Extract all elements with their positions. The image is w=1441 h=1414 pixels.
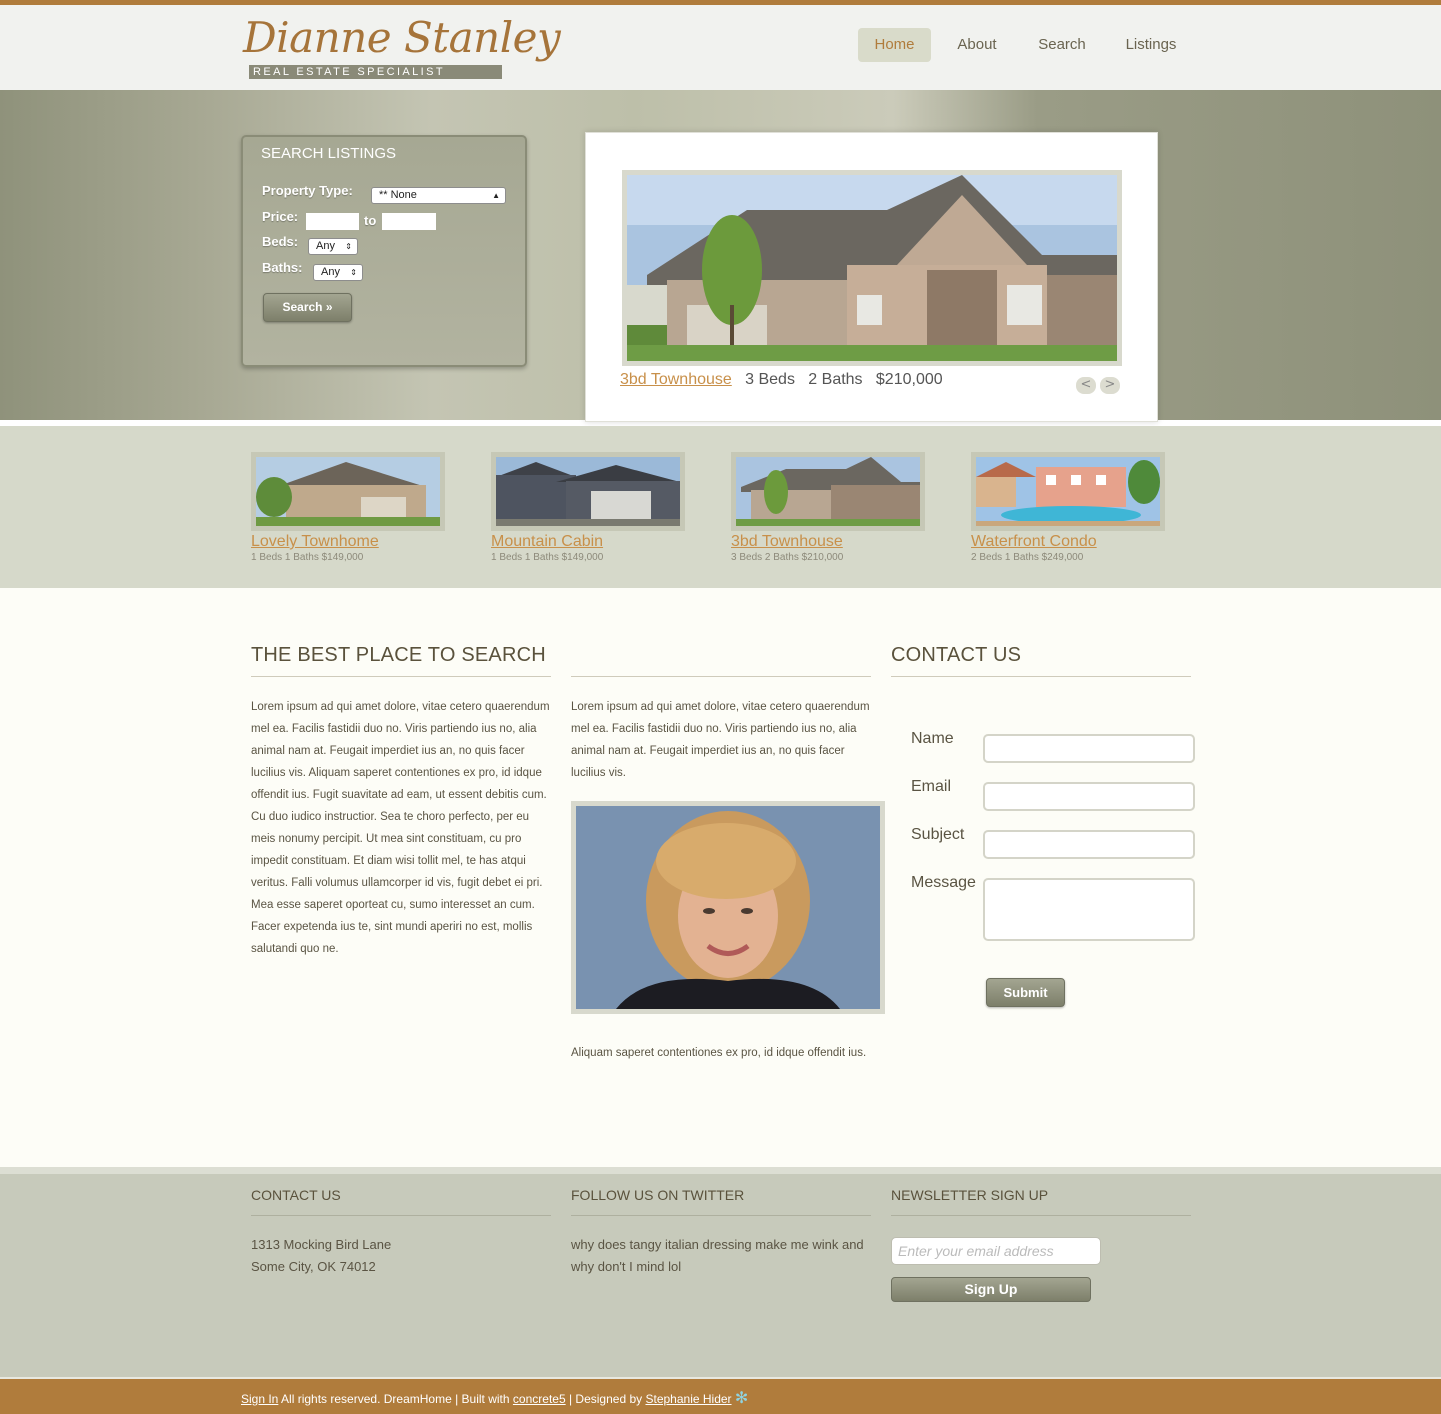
divider — [891, 1215, 1191, 1216]
baths-label: Baths: — [262, 260, 303, 275]
listing-title-link[interactable]: Waterfront Condo — [971, 533, 1171, 551]
listing-house-image — [736, 457, 920, 526]
name-label: Name — [911, 730, 954, 747]
property-type-select[interactable]: ** None ▲ — [371, 187, 506, 204]
listing-meta: 2 Beds 1 Baths $249,000 — [971, 552, 1084, 563]
featured-slider: 3bd Townhouse 3 Beds 2 Baths $210,000 < … — [585, 132, 1158, 422]
message-textarea[interactable] — [983, 878, 1195, 941]
email-label: Email — [911, 778, 952, 795]
newsletter-signup-button[interactable]: Sign Up — [891, 1277, 1091, 1302]
listing-thumbnail[interactable] — [491, 452, 685, 531]
agent-portrait-frame — [571, 801, 885, 1014]
divider — [891, 676, 1191, 677]
submit-button[interactable]: Submit — [986, 978, 1065, 1007]
newsletter-email-input[interactable]: Enter your email address — [891, 1237, 1101, 1265]
beds-label: Beds: — [262, 234, 299, 249]
nav-listings[interactable]: Listings — [1118, 28, 1184, 62]
bottom-bar: Sign In All rights reserved. DreamHome |… — [0, 1379, 1441, 1414]
divider — [571, 676, 871, 677]
sign-in-link[interactable]: Sign In — [241, 1392, 278, 1406]
nav-home[interactable]: Home — [858, 28, 931, 62]
property-type-label: Property Type: — [262, 183, 353, 198]
address-line-1: 1313 Mocking Bird Lane — [251, 1237, 392, 1252]
listing-condo-image — [976, 457, 1160, 526]
subject-label: Subject — [911, 826, 965, 843]
price-min-input[interactable] — [306, 213, 359, 230]
tweet-text: why does tangy italian dressing make me … — [571, 1237, 864, 1274]
concrete5-link[interactable]: concrete5 — [513, 1392, 566, 1406]
baths-select[interactable]: Any ⇕ — [313, 264, 363, 281]
listing-card: 3bd Townhouse 3 Beds 2 Baths $210,000 — [731, 452, 931, 563]
email-field[interactable] — [983, 782, 1195, 811]
name-field[interactable] — [983, 734, 1195, 763]
price-label: Price: — [262, 209, 299, 224]
listing-meta: 1 Beds 1 Baths $149,000 — [251, 552, 364, 563]
listings-band: Lovely Townhome 1 Beds 1 Baths $149,000 … — [0, 426, 1441, 588]
listing-title-link[interactable]: Lovely Townhome — [251, 533, 451, 551]
listing-thumbnail[interactable] — [251, 452, 445, 531]
mid-body-text: Lorem ipsum ad qui amet dolore, vitae ce… — [571, 701, 870, 779]
listing-thumbnail[interactable] — [731, 452, 925, 531]
divider — [251, 1215, 551, 1216]
agent-portrait-image — [576, 806, 880, 1009]
listing-house-image — [256, 457, 440, 526]
listing-title-link[interactable]: 3bd Townhouse — [731, 533, 931, 551]
nav-search[interactable]: Search — [1031, 28, 1093, 62]
listing-title-link[interactable]: Mountain Cabin — [491, 533, 691, 551]
left-body-text: Lorem ipsum ad qui amet dolore, vitae ce… — [251, 701, 550, 955]
footer-twitter-title: FOLLOW US ON TWITTER — [571, 1187, 745, 1203]
best-place-title: THE BEST PLACE TO SEARCH — [251, 644, 546, 666]
flower-icon: ✻ — [734, 1390, 749, 1407]
subject-field[interactable] — [983, 830, 1195, 859]
contact-us-title: CONTACT US — [891, 644, 1022, 666]
select-arrows-icon: ⇕ — [350, 268, 357, 277]
beds-select[interactable]: Any ⇕ — [308, 238, 358, 255]
designer-link[interactable]: Stephanie Hider — [645, 1392, 731, 1406]
price-to-label: to — [364, 213, 377, 228]
select-arrows-icon: ⇕ — [345, 242, 352, 251]
slide-title-link[interactable]: 3bd Townhouse — [620, 371, 732, 388]
price-max-input[interactable] — [382, 213, 436, 230]
featured-house-image[interactable] — [627, 175, 1117, 361]
site-header: Dianne Stanley REAL ESTATE SPECIALIST Ho… — [0, 5, 1441, 90]
listing-meta: 1 Beds 1 Baths $149,000 — [491, 552, 604, 563]
listing-meta: 3 Beds 2 Baths $210,000 — [731, 552, 844, 563]
listing-house-image — [496, 457, 680, 526]
footer-newsletter-title: NEWSLETTER SIGN UP — [891, 1187, 1049, 1203]
portrait-caption: Aliquam saperet contentiones ex pro, id … — [571, 1047, 867, 1059]
divider — [571, 1215, 871, 1216]
listing-card: Lovely Townhome 1 Beds 1 Baths $149,000 — [251, 452, 451, 563]
address-line-2: Some City, OK 74012 — [251, 1259, 376, 1274]
message-label: Message — [911, 874, 976, 891]
footer-contact-title: CONTACT US — [251, 1187, 341, 1203]
search-listings-panel: SEARCH LISTINGS Property Type: ** None ▲ … — [241, 135, 527, 367]
featured-image-frame — [622, 170, 1122, 366]
select-arrows-icon: ▲ — [492, 191, 500, 200]
logo-name[interactable]: Dianne Stanley — [243, 13, 561, 62]
listing-card: Waterfront Condo 2 Beds 1 Baths $249,000 — [971, 452, 1171, 563]
logo-tagline: REAL ESTATE SPECIALIST — [249, 65, 502, 79]
listing-card: Mountain Cabin 1 Beds 1 Baths $149,000 — [491, 452, 691, 563]
slide-caption: 3bd Townhouse 3 Beds 2 Baths $210,000 — [620, 371, 943, 388]
listing-thumbnail[interactable] — [971, 452, 1165, 531]
slider-prev-button[interactable]: < — [1076, 377, 1096, 394]
slider-next-button[interactable]: > — [1100, 377, 1120, 394]
bottom-credits: Sign In All rights reserved. DreamHome |… — [241, 1390, 749, 1407]
search-button[interactable]: Search » — [263, 293, 352, 322]
search-panel-title: SEARCH LISTINGS — [261, 145, 397, 162]
nav-about[interactable]: About — [947, 28, 1007, 62]
divider — [251, 676, 551, 677]
